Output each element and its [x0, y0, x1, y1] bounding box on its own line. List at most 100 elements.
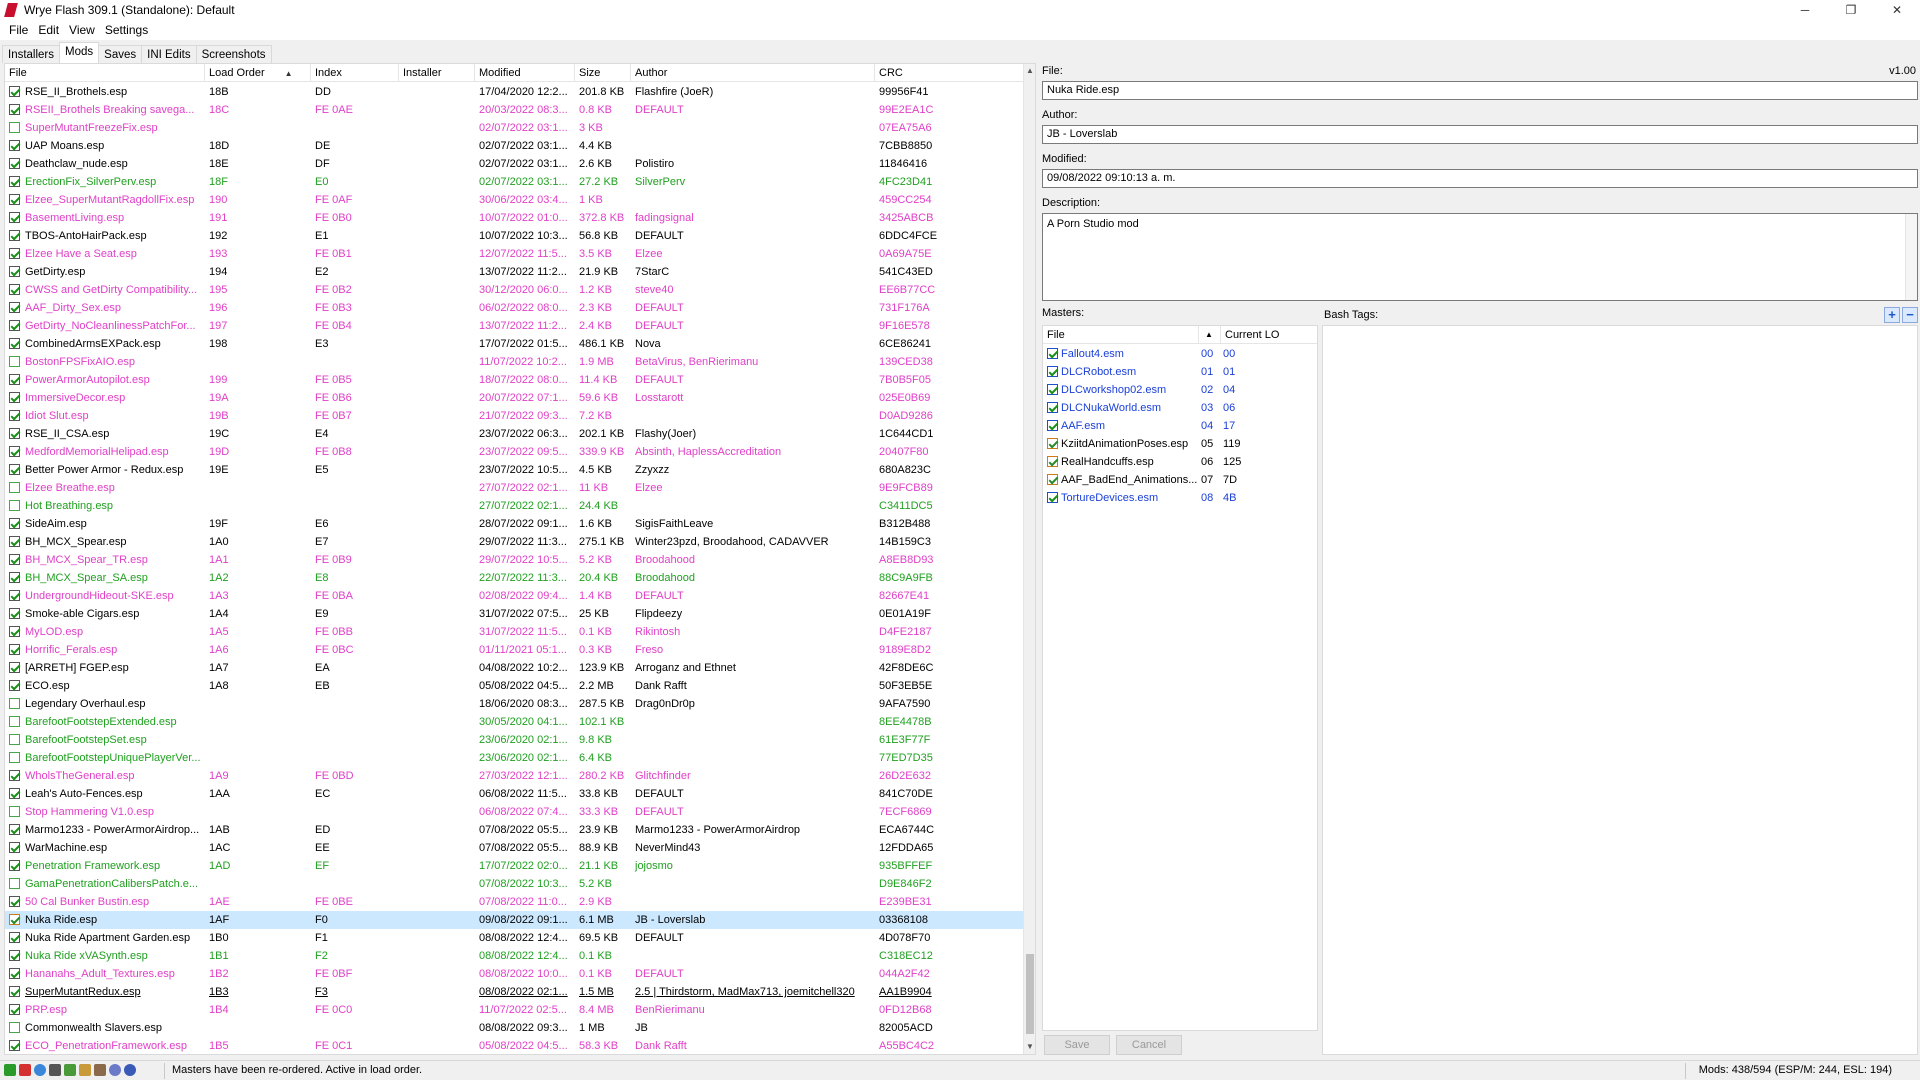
master-checkbox[interactable] [1047, 438, 1058, 449]
masters-column-current-lo[interactable]: Current LO [1221, 326, 1319, 344]
table-row[interactable]: Hot Breathing.esp 27/07/2022 02:1... 24.4 … [5, 497, 1025, 515]
mod-active-checkbox[interactable] [9, 1022, 20, 1033]
masters-column-file[interactable]: File [1043, 326, 1199, 344]
mod-active-checkbox[interactable] [9, 644, 20, 655]
master-checkbox[interactable] [1047, 402, 1058, 413]
master-checkbox[interactable] [1047, 384, 1058, 395]
modified-field[interactable]: 09/08/2022 09:10:13 a. m. [1042, 169, 1918, 188]
master-checkbox[interactable] [1047, 366, 1058, 377]
table-row[interactable]: Commonwealth Slavers.esp 08/08/2022 09:3.… [5, 1019, 1025, 1037]
table-row[interactable]: Smoke-able Cigars.esp 1A4 E9 31/07/2022 07:… [5, 605, 1025, 623]
mod-active-checkbox[interactable] [9, 824, 20, 835]
master-row[interactable]: DLCNukaWorld.esm 03 06 [1043, 399, 1317, 417]
cancel-button[interactable]: Cancel [1116, 1035, 1182, 1055]
mod-active-checkbox[interactable] [9, 482, 20, 493]
mod-active-checkbox[interactable] [9, 626, 20, 637]
table-row[interactable]: RSEII_Brothels Breaking savega... 18C FE 0… [5, 101, 1025, 119]
mod-active-checkbox[interactable] [9, 248, 20, 259]
scroll-down-icon[interactable]: ▼ [1024, 1040, 1035, 1054]
mod-active-checkbox[interactable] [9, 878, 20, 889]
mod-active-checkbox[interactable] [9, 356, 20, 367]
table-row[interactable]: ECO_PenetrationFramework.esp 1B5 FE 0C1 05/… [5, 1037, 1025, 1054]
table-row[interactable]: Idiot Slut.esp 19B FE 0B7 21/07/2022 09:3..… [5, 407, 1025, 425]
table-row[interactable]: UndergroundHideout-SKE.esp 1A3 FE 0BA 02/08… [5, 587, 1025, 605]
master-checkbox[interactable] [1047, 348, 1058, 359]
table-row[interactable]: GetDirty_NoCleanlinessPatchFor... 197 FE 0… [5, 317, 1025, 335]
menu-view[interactable]: View [64, 23, 100, 37]
table-row[interactable]: Nuka Ride.esp 1AF F0 09/08/2022 09:1... 6.1 … [5, 911, 1025, 929]
minimize-button[interactable]: ─ [1782, 0, 1828, 20]
file-name-field[interactable]: Nuka Ride.esp [1042, 81, 1918, 100]
mod-active-checkbox[interactable] [9, 932, 20, 943]
table-row[interactable]: 50 Cal Bunker Bustin.esp 1AE FE 0BE 07/08/2… [5, 893, 1025, 911]
master-checkbox[interactable] [1047, 492, 1058, 503]
table-row[interactable]: PowerArmorAutopilot.esp 199 FE 0B5 18/07/20… [5, 371, 1025, 389]
table-row[interactable]: BH_MCX_Spear_TR.esp 1A1 FE 0B9 29/07/2022 1… [5, 551, 1025, 569]
table-row[interactable]: MedfordMemorialHelipad.esp 19D FE 0B8 23/07… [5, 443, 1025, 461]
mod-active-checkbox[interactable] [9, 698, 20, 709]
table-row[interactable]: [ARRETH] FGEP.esp 1A7 EA 04/08/2022 10:2...… [5, 659, 1025, 677]
mod-active-checkbox[interactable] [9, 662, 20, 673]
column-header-author[interactable]: Author [631, 64, 875, 82]
scrollbar-thumb[interactable] [1026, 954, 1034, 1034]
mod-active-checkbox[interactable] [9, 194, 20, 205]
table-row[interactable]: BasementLiving.esp 191 FE 0B0 10/07/2022 01… [5, 209, 1025, 227]
table-row[interactable]: ImmersiveDecor.esp 19A FE 0B6 20/07/2022 07… [5, 389, 1025, 407]
table-row[interactable]: GamaPenetrationCalibersPatch.e... 07/08/2… [5, 875, 1025, 893]
mod-active-checkbox[interactable] [9, 1004, 20, 1015]
master-row[interactable]: DLCRobot.esm 01 01 [1043, 363, 1317, 381]
mod-active-checkbox[interactable] [9, 554, 20, 565]
mod-active-checkbox[interactable] [9, 140, 20, 151]
mod-active-checkbox[interactable] [9, 428, 20, 439]
mod-active-checkbox[interactable] [9, 158, 20, 169]
table-row[interactable]: Nuka Ride Apartment Garden.esp 1B0 F1 08/08… [5, 929, 1025, 947]
tab-mods[interactable]: Mods [59, 42, 100, 63]
mod-active-checkbox[interactable] [9, 374, 20, 385]
close-button[interactable]: ✕ [1874, 0, 1920, 20]
mod-active-checkbox[interactable] [9, 122, 20, 133]
mod-active-checkbox[interactable] [9, 284, 20, 295]
description-field[interactable]: A Porn Studio mod [1042, 213, 1918, 301]
check-icon[interactable] [4, 1064, 16, 1076]
mod-active-checkbox[interactable] [9, 446, 20, 457]
table-row[interactable]: AAF_Dirty_Sex.esp 196 FE 0B3 06/02/2022 08:… [5, 299, 1025, 317]
table-row[interactable]: WarMachine.esp 1AC EE 07/08/2022 05:5... 88.… [5, 839, 1025, 857]
table-row[interactable]: Elzee Breathe.esp 27/07/2022 02:1... 11 KB… [5, 479, 1025, 497]
menu-file[interactable]: File [4, 23, 33, 37]
table-row[interactable]: ECO.esp 1A8 EB 05/08/2022 04:5... 2.2 MB Dank… [5, 677, 1025, 695]
remove-tag-icon[interactable]: − [1902, 307, 1918, 323]
table-row[interactable]: RSE_II_Brothels.esp 18B DD 17/04/2020 12:2.… [5, 83, 1025, 101]
mod-active-checkbox[interactable] [9, 320, 20, 331]
table-row[interactable]: Better Power Armor - Redux.esp 19E E5 23/07… [5, 461, 1025, 479]
table-row[interactable]: Stop Hammering V1.0.esp 06/08/2022 07:4..… [5, 803, 1025, 821]
column-header-crc[interactable]: CRC [875, 64, 1025, 82]
mod-active-checkbox[interactable] [9, 176, 20, 187]
save-button[interactable]: Save [1044, 1035, 1110, 1055]
add-tag-icon[interactable]: + [1884, 307, 1900, 323]
master-checkbox[interactable] [1047, 474, 1058, 485]
info-icon[interactable] [109, 1064, 121, 1076]
master-row[interactable]: TortureDevices.esm 08 4B [1043, 489, 1317, 507]
master-row[interactable]: DLCworkshop02.esm 02 04 [1043, 381, 1317, 399]
tree-icon[interactable] [64, 1064, 76, 1076]
mod-active-checkbox[interactable] [9, 266, 20, 277]
help-icon[interactable] [124, 1064, 136, 1076]
mod-active-checkbox[interactable] [9, 734, 20, 745]
mod-active-checkbox[interactable] [9, 230, 20, 241]
table-row[interactable]: WholsTheGeneral.esp 1A9 FE 0BD 27/03/2022 1… [5, 767, 1025, 785]
table-row[interactable]: Leah's Auto-Fences.esp 1AA EC 06/08/2022 11… [5, 785, 1025, 803]
mod-active-checkbox[interactable] [9, 104, 20, 115]
table-row[interactable]: PRP.esp 1B4 FE 0C0 11/07/2022 02:5... 8.4 MB… [5, 1001, 1025, 1019]
table-row[interactable]: CWSS and GetDirty Compatibility... 195 FE … [5, 281, 1025, 299]
table-row[interactable]: Nuka Ride xVASynth.esp 1B1 F2 08/08/2022 12… [5, 947, 1025, 965]
tab-saves[interactable]: Saves [98, 45, 143, 63]
mod-active-checkbox[interactable] [9, 680, 20, 691]
table-row[interactable]: Penetration Framework.esp 1AD EF 17/07/2022… [5, 857, 1025, 875]
mod-active-checkbox[interactable] [9, 806, 20, 817]
table-row[interactable]: Marmo1233 - PowerArmorAirdrop... 1AB ED 07/… [5, 821, 1025, 839]
mod-active-checkbox[interactable] [9, 842, 20, 853]
mod-active-checkbox[interactable] [9, 590, 20, 601]
table-row[interactable]: BostonFPSFixAIO.esp 11/07/2022 10:2... 1.9… [5, 353, 1025, 371]
mod-active-checkbox[interactable] [9, 536, 20, 547]
maximize-button[interactable]: ❐ [1828, 0, 1874, 20]
